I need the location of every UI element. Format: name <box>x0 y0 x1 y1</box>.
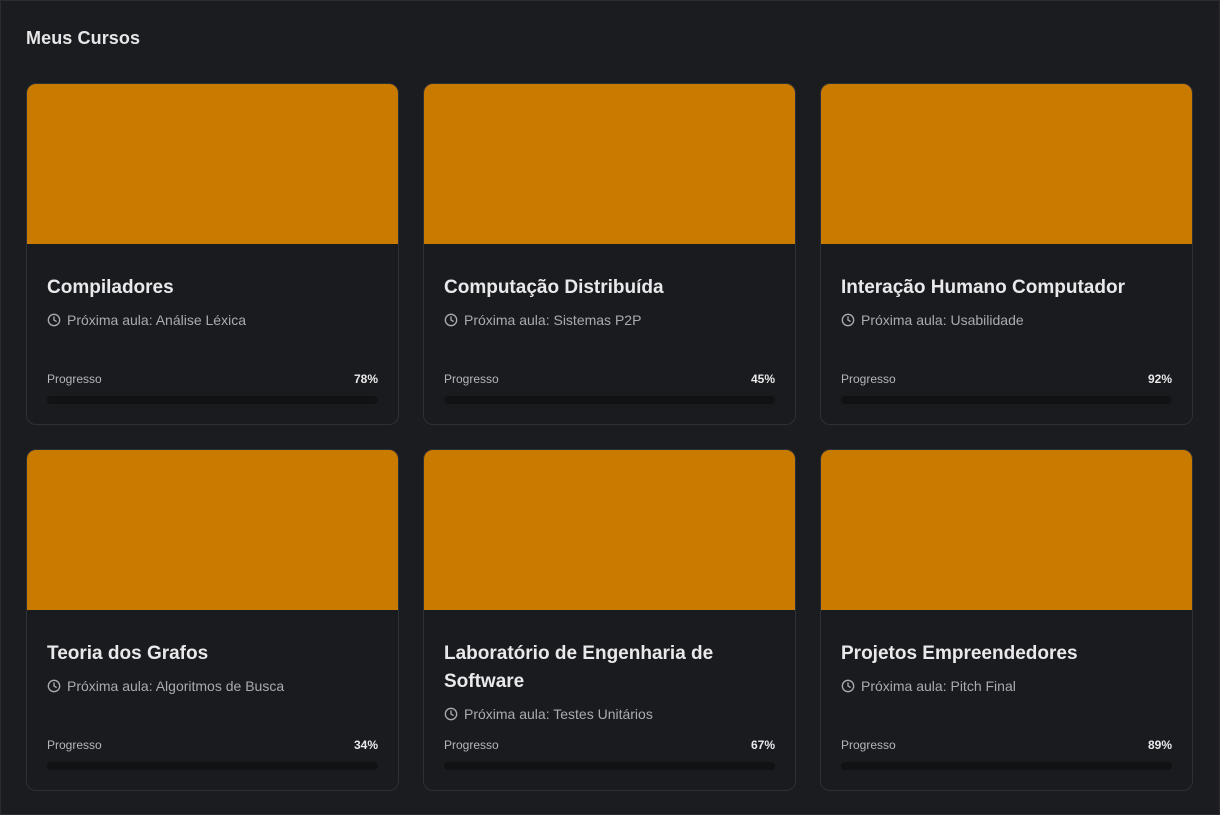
course-card-projetos-empreendedores[interactable]: Projetos Empreendedores Próxima aula: Pi… <box>820 449 1193 791</box>
progress-bar <box>444 396 775 404</box>
progress-row: Progresso 67% <box>444 738 775 752</box>
course-title: Interação Humano Computador <box>841 277 1125 298</box>
next-lesson-text: Próxima aula: Testes Unitários <box>464 706 653 722</box>
course-title: Teoria dos Grafos <box>47 643 209 664</box>
progress-row: Progresso 45% <box>444 372 775 386</box>
next-lesson-text: Próxima aula: Análise Léxica <box>67 312 246 328</box>
course-title: Compiladores <box>47 277 174 298</box>
progress-value: 34% <box>353 738 378 752</box>
progress-label: Progresso <box>841 372 896 386</box>
progress-fill <box>841 762 1136 770</box>
next-lesson-text: Próxima aula: Pitch Final <box>861 678 1016 694</box>
course-title: Computação Distribuída <box>444 277 664 298</box>
course-card-interacao-humano-computador[interactable]: Interação Humano Computador Próxima aula… <box>820 83 1193 425</box>
progress-value: 45% <box>750 372 775 386</box>
clock-icon <box>47 679 61 693</box>
progress-bar <box>47 762 378 770</box>
course-card-body: Projetos Empreendedores Próxima aula: Pi… <box>841 610 1172 790</box>
progress-label: Progresso <box>47 738 102 752</box>
course-card-body: Compiladores Próxima aula: Análise Léxic… <box>47 244 378 424</box>
next-lesson: Próxima aula: Análise Léxica <box>47 312 378 328</box>
progress-value: 67% <box>750 738 775 752</box>
next-lesson-text: Próxima aula: Sistemas P2P <box>464 312 642 328</box>
clock-icon <box>841 313 855 327</box>
course-card-teoria-dos-grafos[interactable]: Teoria dos Grafos Próxima aula: Algoritm… <box>26 449 399 791</box>
progress-fill <box>841 396 1146 404</box>
next-lesson: Próxima aula: Sistemas P2P <box>444 312 775 328</box>
course-cover <box>821 450 1192 610</box>
progress-fill <box>444 396 593 404</box>
progress-label: Progresso <box>841 738 896 752</box>
progress-value: 92% <box>1147 372 1172 386</box>
course-cover <box>821 84 1192 244</box>
course-card-laboratorio-engenharia-software[interactable]: Laboratório de Engenharia de Software Pr… <box>423 449 796 791</box>
progress-bar <box>841 762 1172 770</box>
next-lesson: Próxima aula: Pitch Final <box>841 678 1172 694</box>
app-frame: Meus Cursos Compiladores Próxima aula: A… <box>0 0 1220 815</box>
progress-row: Progresso 34% <box>47 738 378 752</box>
clock-icon <box>841 679 855 693</box>
clock-icon <box>444 707 458 721</box>
next-lesson: Próxima aula: Algoritmos de Busca <box>47 678 378 694</box>
progress-label: Progresso <box>444 738 499 752</box>
course-card-compiladores[interactable]: Compiladores Próxima aula: Análise Léxic… <box>26 83 399 425</box>
progress-row: Progresso 89% <box>841 738 1172 752</box>
clock-icon <box>444 313 458 327</box>
course-cover <box>424 84 795 244</box>
progress-fill <box>47 762 160 770</box>
courses-grid: Compiladores Próxima aula: Análise Léxic… <box>26 83 1193 791</box>
next-lesson-text: Próxima aula: Algoritmos de Busca <box>67 678 285 694</box>
course-card-body: Interação Humano Computador Próxima aula… <box>841 244 1172 424</box>
progress-row: Progresso 78% <box>47 372 378 386</box>
progress-bar <box>841 396 1172 404</box>
course-title: Laboratório de Engenharia de Software <box>444 643 714 692</box>
progress-bar <box>47 396 378 404</box>
progress-value: 89% <box>1147 738 1172 752</box>
progress-fill <box>444 762 666 770</box>
page-title: Meus Cursos <box>26 28 141 48</box>
progress-row: Progresso 92% <box>841 372 1172 386</box>
next-lesson-text: Próxima aula: Usabilidade <box>861 312 1024 328</box>
progress-fill <box>47 396 306 404</box>
course-card-computacao-distribuida[interactable]: Computação Distribuída Próxima aula: Sis… <box>423 83 796 425</box>
progress-label: Progresso <box>444 372 499 386</box>
course-card-body: Teoria dos Grafos Próxima aula: Algoritm… <box>47 610 378 790</box>
course-card-body: Laboratório de Engenharia de Software Pr… <box>444 610 775 790</box>
course-title: Projetos Empreendedores <box>841 643 1078 664</box>
progress-bar <box>444 762 775 770</box>
next-lesson: Próxima aula: Usabilidade <box>841 312 1172 328</box>
course-card-body: Computação Distribuída Próxima aula: Sis… <box>444 244 775 424</box>
course-cover <box>424 450 795 610</box>
progress-label: Progresso <box>47 372 102 386</box>
next-lesson: Próxima aula: Testes Unitários <box>444 706 775 722</box>
course-cover <box>27 450 398 610</box>
clock-icon <box>47 313 61 327</box>
progress-value: 78% <box>353 372 378 386</box>
course-cover <box>27 84 398 244</box>
